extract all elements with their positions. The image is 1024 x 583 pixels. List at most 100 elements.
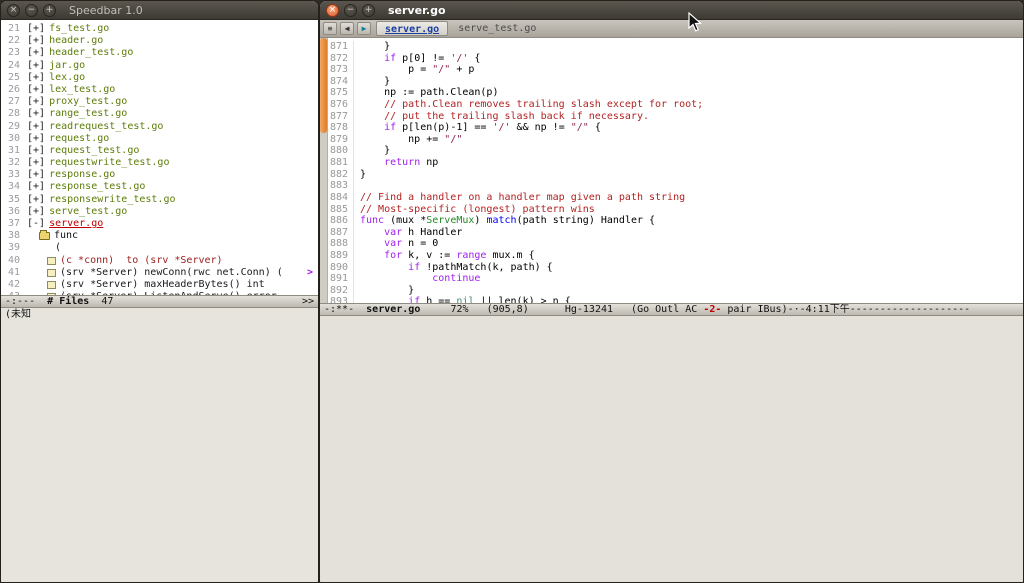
row-body: [+] header_test.go (27, 47, 133, 59)
item-label[interactable]: response.go (49, 169, 115, 181)
line-number: 892 (328, 285, 354, 297)
expander-toggle[interactable]: [+] (27, 23, 45, 35)
speedbar-row: 43(srv *Server) ListenAndServe() error (1, 291, 318, 295)
line-number: 888 (328, 238, 354, 250)
item-label[interactable]: responsewrite_test.go (49, 194, 175, 206)
speedbar-row: 22[+]header.go (1, 35, 318, 47)
row-body: (srv *Server) newConn(rwc net.Conn) ( (47, 267, 283, 279)
expander-toggle[interactable]: [+] (27, 181, 45, 193)
editor-titlebar[interactable]: × − + server.go (320, 1, 1023, 20)
code-text: } (360, 169, 366, 181)
item-label[interactable]: jar.go (49, 60, 85, 72)
code-line: 873 p = "/" + p (328, 64, 1023, 76)
line-number: 36 (1, 206, 25, 218)
maximize-button[interactable]: + (43, 4, 56, 17)
vertical-scrollbar[interactable] (320, 38, 328, 303)
expander-toggle[interactable]: [+] (27, 169, 45, 181)
tab-strip: server.goserve_test.go (376, 21, 544, 36)
line-number: 875 (328, 87, 354, 99)
tab-list-button[interactable]: ≡ (323, 22, 337, 35)
maximize-button[interactable]: + (362, 4, 375, 17)
item-label[interactable]: ( (55, 242, 61, 254)
editor-window: × − + server.go ≡◀▶ server.goserve_test.… (319, 0, 1024, 583)
row-body: [+] lex_test.go (27, 84, 115, 96)
speedbar-scroll-right[interactable]: >> (302, 296, 314, 307)
expander-toggle[interactable]: [+] (27, 121, 45, 133)
code-line: 891 continue (328, 273, 1023, 285)
line-number: 41 (1, 267, 25, 279)
item-label[interactable]: serve_test.go (49, 206, 127, 218)
item-label[interactable]: (srv *Server) ListenAndServe() error (60, 291, 277, 295)
expander-toggle[interactable]: [+] (27, 35, 45, 47)
item-label[interactable]: server.go (49, 218, 103, 230)
line-number: 890 (328, 262, 354, 274)
code-line: 876 // path.Clean removes trailing slash… (328, 99, 1023, 111)
item-label[interactable]: fs_test.go (49, 23, 109, 35)
code-line: 890 if !pathMatch(k, path) { (328, 262, 1023, 274)
minimize-button[interactable]: − (25, 4, 38, 17)
minimize-button[interactable]: − (344, 4, 357, 17)
window-title: Speedbar 1.0 (69, 4, 143, 17)
back-button[interactable]: ◀ (340, 22, 354, 35)
speedbar-row: 32[+]requestwrite_test.go (1, 157, 318, 169)
line-number: 27 (1, 96, 25, 108)
item-label[interactable]: request.go (49, 133, 109, 145)
row-body: [+] range_test.go (27, 108, 127, 120)
expander-toggle[interactable]: [-] (27, 218, 45, 230)
tab-server-go[interactable]: server.go (376, 21, 448, 36)
code-line: 874 } (328, 76, 1023, 88)
tab-serve-test-go[interactable]: serve_test.go (450, 21, 544, 36)
expander-toggle[interactable]: [+] (27, 72, 45, 84)
speedbar-echo-area: (未知 (1, 308, 318, 582)
code-editor[interactable]: 871 }872 if p[0] != '/' {873 p = "/" + p… (328, 38, 1023, 303)
expander-toggle[interactable]: [+] (27, 60, 45, 72)
line-number: 877 (328, 111, 354, 123)
item-label[interactable]: func (54, 230, 78, 242)
item-label[interactable]: (srv *Server) newConn(rwc net.Conn) ( (60, 267, 283, 279)
forward-button[interactable]: ▶ (357, 22, 371, 35)
expander-toggle[interactable]: [+] (27, 108, 45, 120)
expander-toggle[interactable]: [+] (27, 47, 45, 59)
line-number: 37 (1, 218, 25, 230)
line-number: 874 (328, 76, 354, 88)
scrollbar-thumb[interactable] (320, 38, 327, 133)
speedbar-file-list[interactable]: 21[+]fs_test.go22[+]header.go23[+]header… (1, 20, 318, 295)
item-label[interactable]: lex.go (49, 72, 85, 84)
speedbar-row: 21[+]fs_test.go (1, 23, 318, 35)
code-line: 883 (328, 180, 1023, 192)
line-number: 38 (1, 230, 25, 242)
speedbar-row: 39 ( (1, 242, 318, 254)
row-body: [+] serve_test.go (27, 206, 127, 218)
item-label[interactable]: header.go (49, 35, 103, 47)
item-label[interactable]: (c *conn) to (srv *Server) (60, 255, 223, 267)
expander-toggle[interactable]: [+] (27, 206, 45, 218)
line-number: 39 (1, 242, 25, 254)
row-body: [+] proxy_test.go (27, 96, 127, 108)
item-label[interactable]: requestwrite_test.go (49, 157, 169, 169)
line-number: 34 (1, 181, 25, 193)
item-label[interactable]: response_test.go (49, 181, 145, 193)
speedbar-modeline: -:--- # Files 47 >> (1, 295, 318, 308)
expander-toggle[interactable]: [+] (27, 145, 45, 157)
expander-toggle[interactable]: [+] (27, 96, 45, 108)
line-number: 886 (328, 215, 354, 227)
speedbar-row: 38 func (1, 230, 318, 242)
close-button[interactable]: × (7, 4, 20, 17)
line-number: 883 (328, 180, 354, 192)
row-body: ( (55, 242, 61, 254)
item-label[interactable]: (srv *Server) maxHeaderBytes() int (60, 279, 265, 291)
item-label[interactable]: proxy_test.go (49, 96, 127, 108)
item-label[interactable]: header_test.go (49, 47, 133, 59)
speedbar-row: 41(srv *Server) newConn(rwc net.Conn) (> (1, 267, 318, 279)
expander-toggle[interactable]: [+] (27, 133, 45, 145)
item-label[interactable]: readrequest_test.go (49, 121, 163, 133)
expander-toggle[interactable]: [+] (27, 84, 45, 96)
speedbar-titlebar[interactable]: × − + Speedbar 1.0 (1, 1, 318, 20)
item-label[interactable]: lex_test.go (49, 84, 115, 96)
item-label[interactable]: range_test.go (49, 108, 127, 120)
item-label[interactable]: request_test.go (49, 145, 139, 157)
expander-toggle[interactable]: [+] (27, 194, 45, 206)
code-text: if !pathMatch(k, path) { (360, 262, 553, 274)
expander-toggle[interactable]: [+] (27, 157, 45, 169)
close-button[interactable]: × (326, 4, 339, 17)
